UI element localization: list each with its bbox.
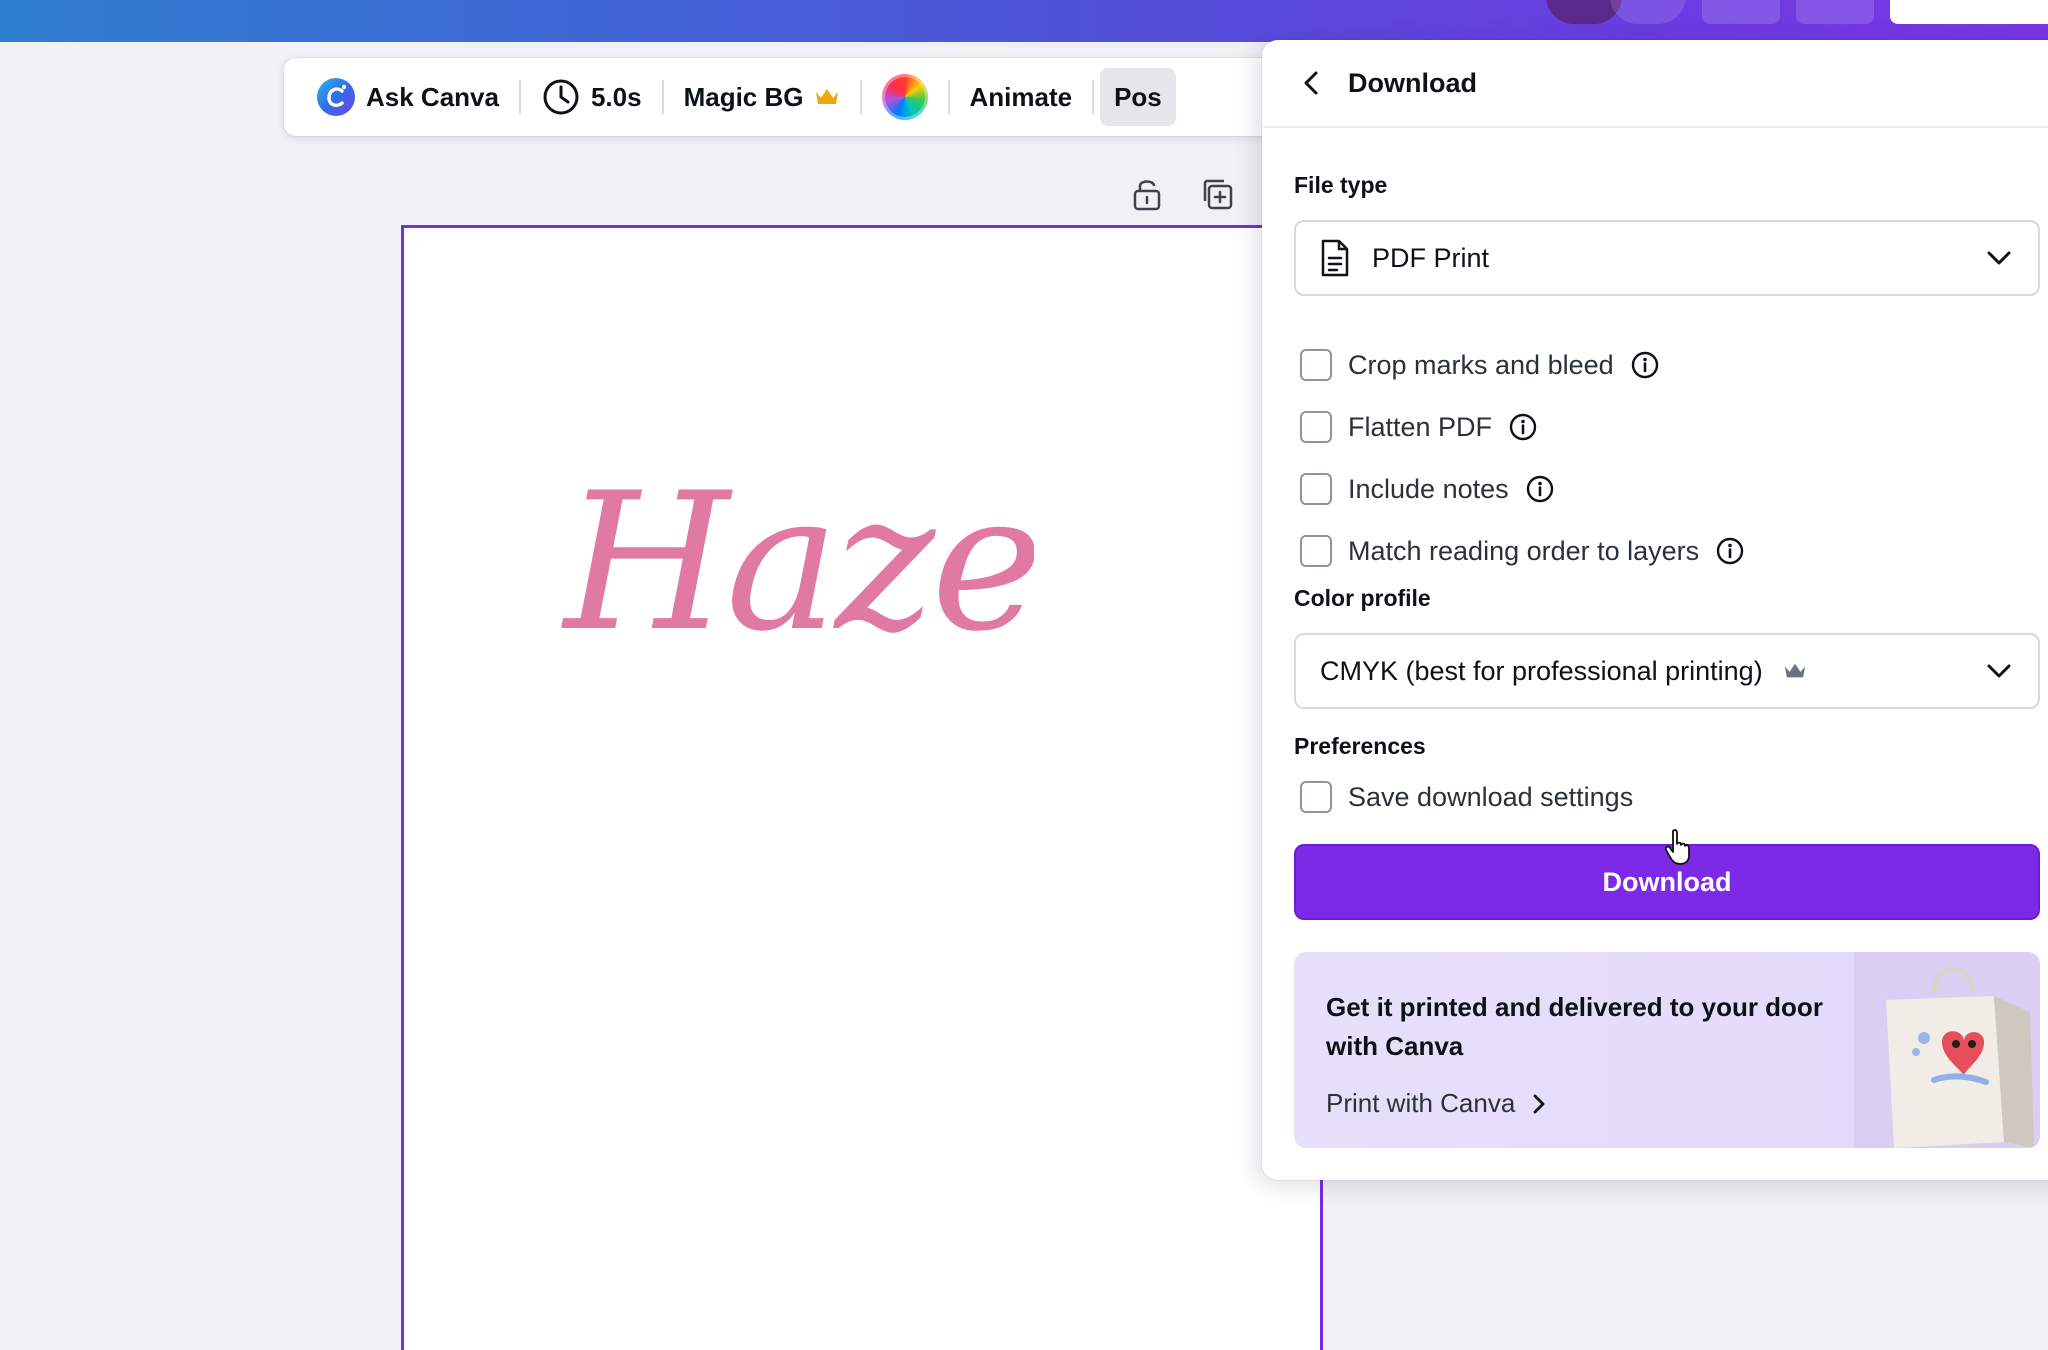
editor-top-bar bbox=[0, 0, 2048, 42]
hand-cursor-icon bbox=[1664, 829, 1690, 865]
chevron-right-icon bbox=[1533, 1094, 1545, 1113]
crop-marks-checkbox[interactable] bbox=[1300, 349, 1332, 381]
include-notes-label: Include notes bbox=[1348, 473, 1509, 504]
file-type-value: PDF Print bbox=[1372, 242, 1490, 273]
toolbar-divider bbox=[859, 80, 862, 114]
position-label: Pos bbox=[1114, 81, 1162, 112]
info-icon[interactable] bbox=[1525, 474, 1555, 504]
print-with-canva-link[interactable]: Print with Canva bbox=[1326, 1088, 1547, 1119]
position-button[interactable]: Pos bbox=[1100, 68, 1176, 126]
flatten-pdf-label: Flatten PDF bbox=[1348, 411, 1493, 442]
preferences-label: Preferences bbox=[1294, 733, 1426, 759]
tote-bag-image bbox=[1854, 952, 2040, 1148]
crop-marks-label: Crop marks and bleed bbox=[1348, 349, 1614, 380]
reading-order-option[interactable]: Match reading order to layers bbox=[1300, 531, 1745, 571]
download-panel: Download File type PDF Print Crop marks … bbox=[1262, 40, 2048, 1180]
print-promo-card[interactable]: Get it printed and delivered to your doo… bbox=[1294, 952, 2040, 1148]
save-settings-checkbox[interactable] bbox=[1300, 781, 1332, 813]
file-type-select[interactable]: PDF Print bbox=[1294, 220, 2040, 296]
context-toolbar: Ask Canva 5.0s Magic BG Animate Pos bbox=[284, 58, 1284, 136]
document-icon bbox=[1321, 239, 1349, 277]
color-profile-label: Color profile bbox=[1294, 585, 1431, 611]
toolbar-divider bbox=[661, 80, 664, 114]
include-notes-checkbox[interactable] bbox=[1300, 473, 1332, 505]
color-profile-select[interactable]: CMYK (best for professional printing) bbox=[1294, 633, 2040, 709]
rainbow-color-icon bbox=[881, 74, 928, 120]
chevron-down-icon bbox=[1984, 243, 2014, 273]
crown-icon bbox=[815, 89, 838, 104]
color-profile-value: CMYK (best for professional printing) bbox=[1320, 655, 1763, 686]
reading-order-checkbox[interactable] bbox=[1300, 535, 1332, 567]
crown-icon bbox=[1784, 663, 1805, 678]
canva-logo-icon bbox=[317, 78, 355, 116]
reading-order-label: Match reading order to layers bbox=[1348, 535, 1700, 566]
info-icon[interactable] bbox=[1508, 412, 1538, 442]
page-tools bbox=[1130, 176, 1234, 216]
panel-header: Download bbox=[1262, 40, 2048, 128]
include-notes-option[interactable]: Include notes bbox=[1300, 469, 1555, 509]
ask-canva-label: Ask Canva bbox=[366, 81, 499, 112]
color-button[interactable] bbox=[868, 68, 942, 126]
chevron-left-icon bbox=[1304, 71, 1318, 95]
toolbar-divider bbox=[518, 80, 521, 114]
collaborator-avatar[interactable] bbox=[1610, 0, 1686, 24]
info-icon[interactable] bbox=[1715, 536, 1745, 566]
chevron-down-icon bbox=[1984, 656, 2014, 686]
duration-label: 5.0s bbox=[590, 81, 642, 112]
clock-icon bbox=[543, 79, 579, 115]
flatten-pdf-option[interactable]: Flatten PDF bbox=[1300, 407, 1538, 447]
animate-label: Animate bbox=[969, 81, 1073, 112]
flatten-pdf-checkbox[interactable] bbox=[1300, 411, 1332, 443]
animate-button[interactable]: Animate bbox=[956, 68, 1087, 126]
ask-canva-button[interactable]: Ask Canva bbox=[302, 68, 513, 126]
lock-page-button[interactable] bbox=[1130, 176, 1164, 212]
save-settings-label: Save download settings bbox=[1348, 781, 1634, 812]
save-settings-option[interactable]: Save download settings bbox=[1300, 777, 1633, 817]
analytics-button[interactable] bbox=[1702, 0, 1780, 24]
crop-marks-option[interactable]: Crop marks and bleed bbox=[1300, 345, 1660, 385]
panel-title: Download bbox=[1348, 67, 1477, 98]
unlock-icon bbox=[1133, 180, 1161, 211]
promo-link-label: Print with Canva bbox=[1326, 1088, 1516, 1118]
design-page[interactable]: Hazel bbox=[401, 225, 1323, 1350]
hazel-script-text[interactable]: Hazel bbox=[554, 418, 1034, 718]
magic-bg-label: Magic BG bbox=[683, 81, 804, 112]
info-icon[interactable] bbox=[1630, 350, 1660, 380]
share-button[interactable] bbox=[1890, 0, 2048, 24]
file-type-label: File type bbox=[1294, 172, 1388, 198]
toolbar-divider bbox=[947, 80, 950, 114]
promo-title: Get it printed and delivered to your doo… bbox=[1326, 992, 1823, 1061]
duplicate-icon bbox=[1203, 179, 1233, 210]
back-button[interactable] bbox=[1294, 65, 1330, 101]
toolbar-divider bbox=[1092, 80, 1095, 114]
present-button[interactable] bbox=[1796, 0, 1874, 24]
duration-button[interactable]: 5.0s bbox=[527, 68, 656, 126]
magic-bg-button[interactable]: Magic BG bbox=[670, 68, 854, 126]
hazel-text: Hazel bbox=[561, 452, 1034, 673]
duplicate-page-button[interactable] bbox=[1200, 176, 1234, 212]
